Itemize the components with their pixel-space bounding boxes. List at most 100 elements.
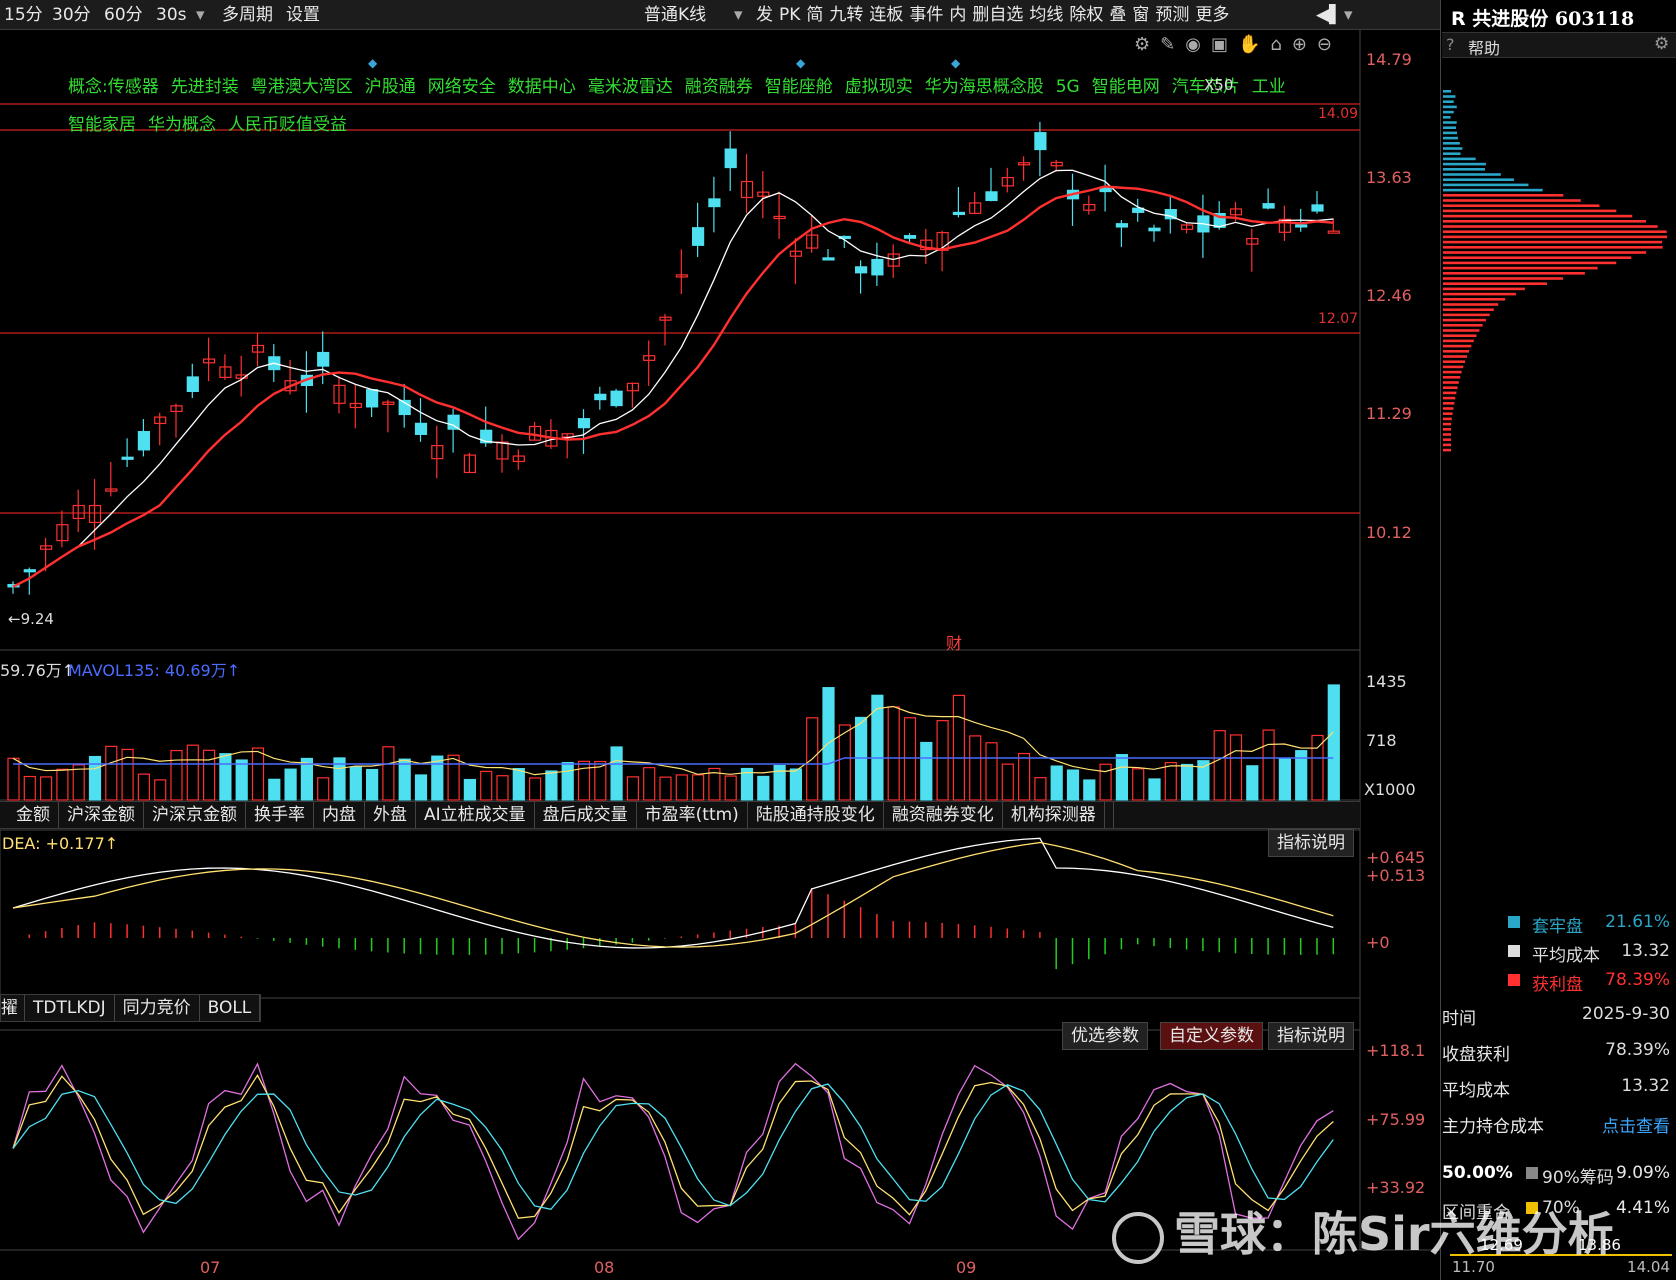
tool-button-5[interactable]: 事件 <box>909 3 943 27</box>
indicator-tab[interactable]: 内盘 <box>314 802 365 828</box>
gear-icon[interactable]: ⚙ <box>1654 34 1669 54</box>
tool-button-2[interactable]: 简 <box>806 3 823 27</box>
tool-button-1[interactable]: PK <box>779 3 800 27</box>
concept-tag[interactable]: 华为海思概念股 <box>925 77 1044 97</box>
tool-button-10[interactable]: 叠 <box>1109 3 1126 27</box>
indicator-tab[interactable]: 融资融券变化 <box>884 802 1003 828</box>
custom-params-button[interactable]: 自定义参数 <box>1160 1022 1263 1050</box>
trash-icon[interactable]: ▣ <box>1211 34 1238 55</box>
concept-tag[interactable]: 智能座舱 <box>765 77 833 97</box>
multi-period-button[interactable]: 多周期 <box>222 3 273 27</box>
watermark: 雪球：陈Sir六维分析 <box>1112 1198 1614 1264</box>
help-label[interactable]: 帮助 <box>1468 35 1500 59</box>
stock-title[interactable]: R 共进股份 603118 <box>1451 4 1634 31</box>
period-30s[interactable]: 30s <box>156 3 187 27</box>
zoom-out-icon[interactable]: ⊖ <box>1317 34 1342 55</box>
pen-icon[interactable]: ✎ <box>1160 34 1185 55</box>
volume-bar <box>39 776 53 801</box>
diamond-icon[interactable]: ◆ <box>796 56 805 70</box>
indicator-tab[interactable]: 陆股通持股变化 <box>748 802 884 828</box>
tab-partial[interactable]: 擢 <box>1 995 25 1021</box>
candle-body <box>871 258 884 276</box>
lock-icon[interactable]: ⌂ <box>1270 34 1291 55</box>
indicator-tab[interactable]: 盘后成交量 <box>535 802 637 828</box>
chevron-down-icon[interactable]: ▾ <box>734 3 743 27</box>
diamond-icon[interactable]: ◆ <box>368 56 377 70</box>
indicator-tab[interactable]: 市盈率(ttm) <box>637 802 748 828</box>
kdj-tab-bar: 擢 TDTLKDJ 同力竞价 BOLL <box>0 994 262 1022</box>
indicator-tab[interactable]: 机构探测器 <box>1003 802 1105 828</box>
kline-type-select[interactable]: 普通K线 <box>644 3 706 27</box>
kdj-explain-button[interactable]: 指标说明 <box>1268 1022 1354 1050</box>
concept-tag[interactable]: 融资融券 <box>685 77 753 97</box>
concept-tag[interactable]: 沪股通 <box>365 77 416 97</box>
chip-info-row[interactable]: 主力持仓成本 点击查看 <box>1440 1112 1676 1137</box>
finance-marker[interactable]: 财 <box>946 630 962 654</box>
tab-tdtlkdj[interactable]: TDTLKDJ <box>25 995 115 1021</box>
period-30min[interactable]: 30分 <box>52 3 91 27</box>
diamond-icon[interactable]: ◆ <box>951 56 960 70</box>
concept-tag[interactable]: 数据中心 <box>508 77 576 97</box>
sound-icon[interactable]: ◀▌ <box>1316 3 1342 27</box>
tool-button-6[interactable]: 内 <box>949 3 966 27</box>
zoom-in-icon[interactable]: ⊕ <box>1292 34 1317 55</box>
candle-body <box>1295 224 1308 228</box>
candle-body <box>317 351 330 367</box>
x-axis-label: 09 <box>956 1258 977 1277</box>
tool-button-4[interactable]: 连板 <box>869 3 903 27</box>
concept-tag[interactable]: 人民币贬值受益 <box>228 115 347 135</box>
indicator-tab[interactable]: 沪深京金额 <box>144 802 246 828</box>
indicator-tab[interactable]: AI立桩成交量 <box>416 802 535 828</box>
indicator-tab[interactable]: 金额 <box>8 802 59 828</box>
high-price-label: 14.09 <box>1318 106 1359 122</box>
ma5-line <box>12 169 1334 588</box>
indicator-tab[interactable]: 外盘 <box>365 802 416 828</box>
volume-bar <box>1001 763 1014 801</box>
concept-tag[interactable]: 5G <box>1056 77 1080 97</box>
preferred-params-button[interactable]: 优选参数 <box>1062 1022 1148 1050</box>
xueqiu-logo-icon <box>1112 1211 1164 1264</box>
volume-bar <box>56 768 69 801</box>
hand-icon[interactable]: ✋ <box>1238 34 1270 55</box>
concept-tag[interactable]: 虚拟现实 <box>845 77 913 97</box>
concept-tag[interactable]: 毫米波雷达 <box>588 77 673 97</box>
chip-bar <box>1443 168 1485 171</box>
volume-bar <box>838 724 851 801</box>
tab-boll[interactable]: BOLL <box>200 995 261 1021</box>
row-value[interactable]: 点击查看 <box>1602 1112 1670 1137</box>
volume-bar <box>528 777 542 801</box>
volume-bar <box>1034 777 1047 801</box>
tool-buttons: 发 PK 简九转 连板 事件内删自选 均线 除权叠窗预测 更多 <box>756 0 1235 30</box>
volume-bar <box>1311 734 1324 801</box>
settings-button[interactable]: 设置 <box>286 3 320 27</box>
concept-tag[interactable]: 粤港澳大湾区 <box>251 77 353 97</box>
tool-button-12[interactable]: 预测 <box>1155 3 1189 27</box>
tool-button-7[interactable]: 删自选 <box>972 3 1023 27</box>
concept-tag[interactable]: 工业 <box>1252 77 1286 97</box>
indicator-tab[interactable]: 沪深金额 <box>59 802 144 828</box>
tool-button-8[interactable]: 均线 <box>1029 3 1063 27</box>
concept-tag[interactable]: 先进封装 <box>171 77 239 97</box>
help-icon[interactable]: ? <box>1446 35 1455 54</box>
concept-tag[interactable]: 传感器 <box>108 77 159 97</box>
gear-icon[interactable]: ⚙ <box>1134 34 1160 55</box>
tool-button-9[interactable]: 除权 <box>1069 3 1103 27</box>
concept-tag[interactable]: 网络安全 <box>428 77 496 97</box>
concept-tag[interactable]: 智能家居 <box>68 115 136 135</box>
tab-tongli[interactable]: 同力竞价 <box>115 995 200 1021</box>
concept-tag[interactable]: 智能电网 <box>1092 77 1160 97</box>
concept-tag[interactable]: 华为概念 <box>148 115 216 135</box>
indicator-explain-button[interactable]: 指标说明 <box>1268 829 1354 857</box>
chevron-down-icon[interactable]: ▾ <box>196 3 205 27</box>
eye-icon[interactable]: ◉ <box>1185 34 1211 55</box>
indicator-tab[interactable]: 换手率 <box>246 802 314 828</box>
row-label: 收盘获利 <box>1442 1045 1510 1065</box>
tool-button-0[interactable]: 发 <box>756 3 773 27</box>
volume-bar <box>235 759 248 801</box>
tool-button-3[interactable]: 九转 <box>829 3 863 27</box>
period-15min[interactable]: 15分 <box>4 3 43 27</box>
tool-button-11[interactable]: 窗 <box>1132 3 1149 27</box>
period-60min[interactable]: 60分 <box>104 3 143 27</box>
tool-button-13[interactable]: 更多 <box>1195 3 1229 27</box>
chevron-down-icon[interactable]: ▾ <box>1344 3 1353 27</box>
